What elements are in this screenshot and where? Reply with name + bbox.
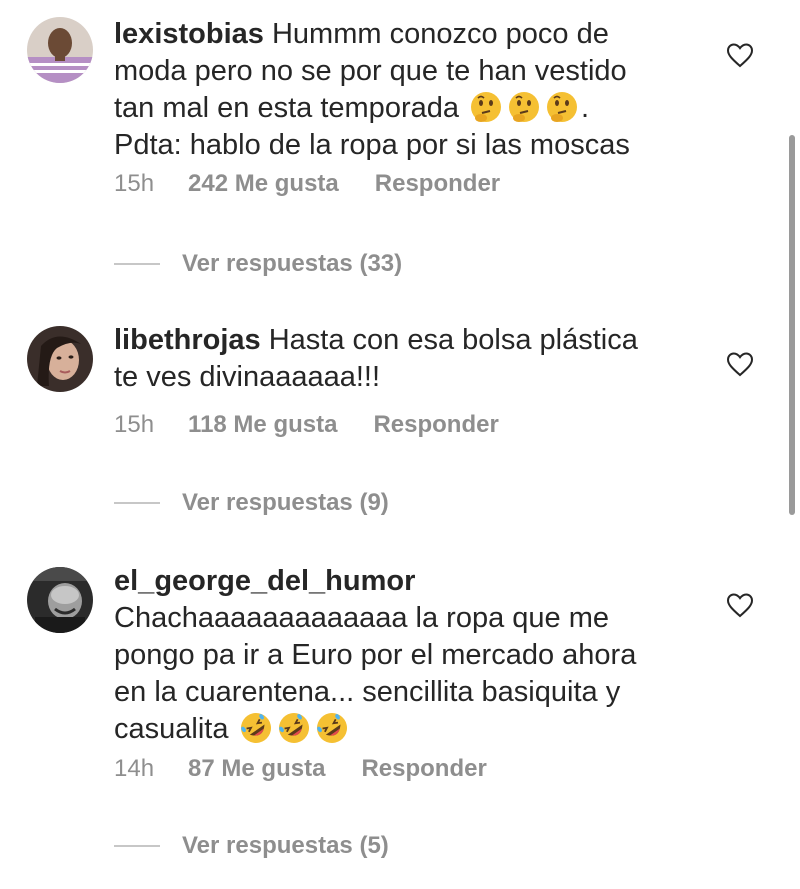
thinking-face-emoji	[547, 92, 578, 122]
comment-text: libethrojas Hasta con esa bolsa plástica…	[114, 322, 674, 396]
comment-text-line: casualita	[114, 713, 229, 745]
comment-text-line: tan mal en esta temporada	[114, 92, 459, 124]
view-replies-label: Ver respuestas (5)	[182, 832, 389, 859]
view-replies-label: Ver respuestas (9)	[182, 489, 389, 516]
rolling-on-floor-laughing-emoji	[240, 713, 271, 743]
comment-username[interactable]: lexistobias	[114, 18, 264, 50]
heart-outline-icon[interactable]	[726, 592, 754, 618]
thinking-face-emoji	[509, 92, 540, 122]
comment-text-line: te ves divinaaaaaa!!!	[114, 361, 381, 393]
comment-text-line: pongo pa ir a Euro por el mercado ahora	[114, 639, 637, 671]
comment-likes-count[interactable]: 87 Me gusta	[188, 755, 325, 783]
divider-line	[114, 502, 160, 504]
comment-timestamp: 15h	[114, 411, 155, 438]
comment-text-line: Pdta: hablo de la ropa por si las moscas	[114, 129, 630, 161]
view-replies-button[interactable]: Ver respuestas (33)	[114, 250, 402, 278]
comment-text-line: Hasta con esa bolsa plástica	[268, 324, 638, 356]
comment-text-suffix: .	[581, 92, 590, 124]
thinking-face-emoji	[471, 92, 502, 122]
scrollbar[interactable]	[789, 135, 795, 515]
heart-outline-icon[interactable]	[726, 42, 754, 68]
avatar-lexistobias[interactable]	[27, 17, 93, 83]
comment-text-line: moda pero no se por que te han vestido	[114, 55, 627, 87]
comment-text: lexistobias Hummm conozco poco de moda p…	[114, 16, 674, 164]
reply-button[interactable]: Responder	[361, 755, 486, 783]
view-replies-button[interactable]: Ver respuestas (9)	[114, 489, 389, 517]
view-replies-button[interactable]: Ver respuestas (5)	[114, 832, 389, 860]
comment-username[interactable]: libethrojas	[114, 324, 261, 356]
rolling-on-floor-laughing-emoji	[278, 713, 309, 743]
heart-outline-icon[interactable]	[726, 351, 754, 377]
divider-line	[114, 845, 160, 847]
reply-button[interactable]: Responder	[375, 170, 500, 198]
avatar-libethrojas[interactable]	[27, 326, 93, 392]
comment-likes-count[interactable]: 118 Me gusta	[188, 411, 337, 439]
divider-line	[114, 263, 160, 265]
view-replies-label: Ver respuestas (33)	[182, 250, 403, 277]
comment-timestamp: 14h	[114, 755, 155, 782]
comment-likes-count[interactable]: 242 Me gusta	[188, 170, 339, 198]
comment-text-line: en la cuarentena... sencillita basiquita…	[114, 676, 621, 708]
rolling-on-floor-laughing-emoji	[316, 713, 347, 743]
comment-timestamp: 15h	[114, 170, 155, 197]
comment-text-line: Chachaaaaaaaaaaaaa la ropa que me	[114, 602, 610, 634]
comment-username[interactable]: el_george_del_humor	[114, 565, 415, 597]
comment-text: el_george_del_humor Chachaaaaaaaaaaaaa l…	[114, 563, 674, 748]
avatar-el-george-del-humor[interactable]	[27, 567, 93, 633]
comment-text-line: Hummm conozco poco de	[271, 18, 609, 50]
comments-list: lexistobias Hummm conozco poco de moda p…	[0, 0, 800, 889]
reply-button[interactable]: Responder	[373, 411, 498, 439]
